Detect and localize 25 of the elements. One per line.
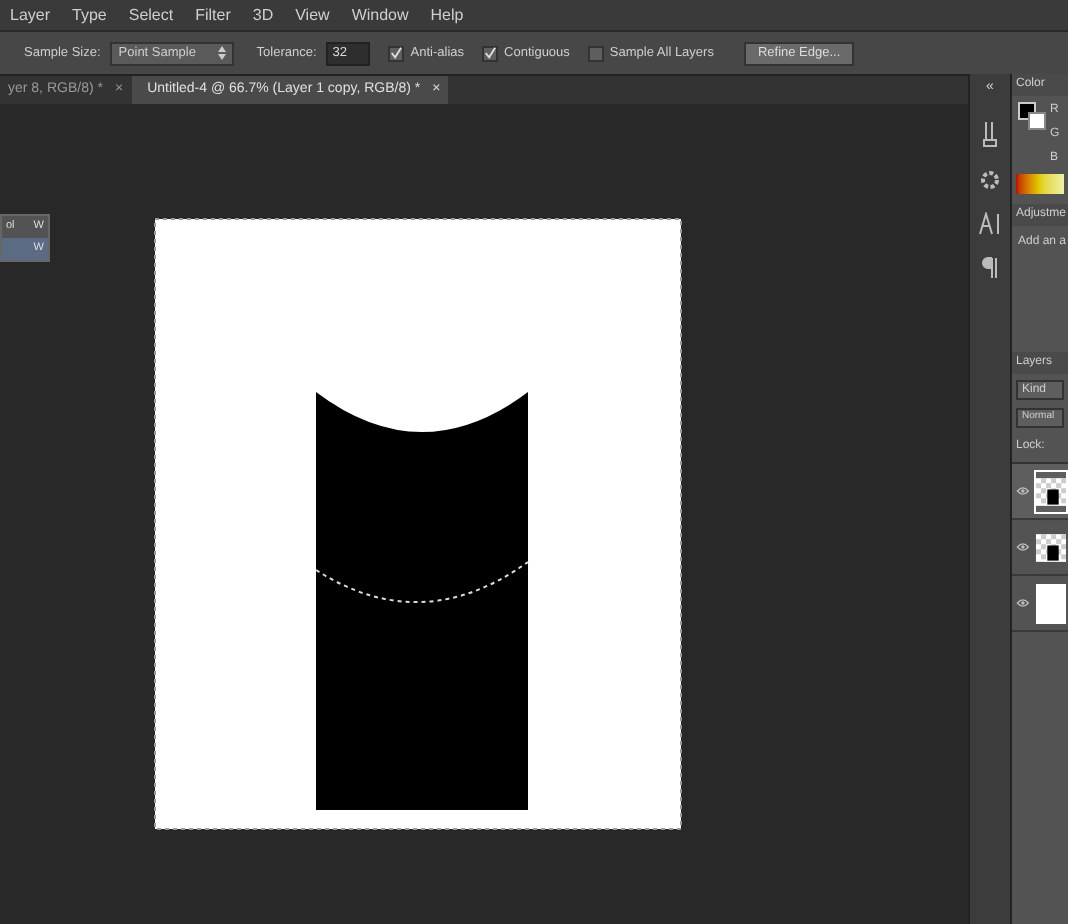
checkbox[interactable] xyxy=(587,45,604,61)
background-swatch[interactable] xyxy=(1028,112,1046,130)
color-ramp[interactable] xyxy=(1016,174,1064,194)
layer-thumbnail xyxy=(1033,469,1068,513)
checkbox[interactable] xyxy=(482,45,499,61)
checkmark-icon xyxy=(484,46,497,60)
menu-item[interactable]: Type xyxy=(72,3,107,27)
menu-item[interactable]: Filter xyxy=(195,3,231,27)
eye-icon[interactable] xyxy=(1016,596,1030,610)
paragraph-icon[interactable] xyxy=(982,255,998,279)
menu-item[interactable]: Layer xyxy=(10,3,51,27)
type-icon[interactable] xyxy=(978,211,1002,235)
layer-thumbnail xyxy=(1033,581,1068,625)
checkmark-icon xyxy=(390,46,403,60)
menu-item[interactable]: View xyxy=(295,3,330,27)
checkbox[interactable] xyxy=(388,45,405,61)
dropdown-arrows-icon xyxy=(218,46,227,60)
eye-icon[interactable] xyxy=(1016,540,1030,554)
menu-item[interactable]: Window xyxy=(351,3,409,27)
eye-icon[interactable] xyxy=(1016,484,1030,498)
menu-item[interactable]: 3D xyxy=(252,3,274,27)
brush-icon[interactable] xyxy=(980,119,1000,147)
menu-item[interactable]: Select xyxy=(128,3,174,27)
menu-item[interactable]: Help xyxy=(430,3,464,27)
layer-row[interactable] xyxy=(1012,464,1068,520)
